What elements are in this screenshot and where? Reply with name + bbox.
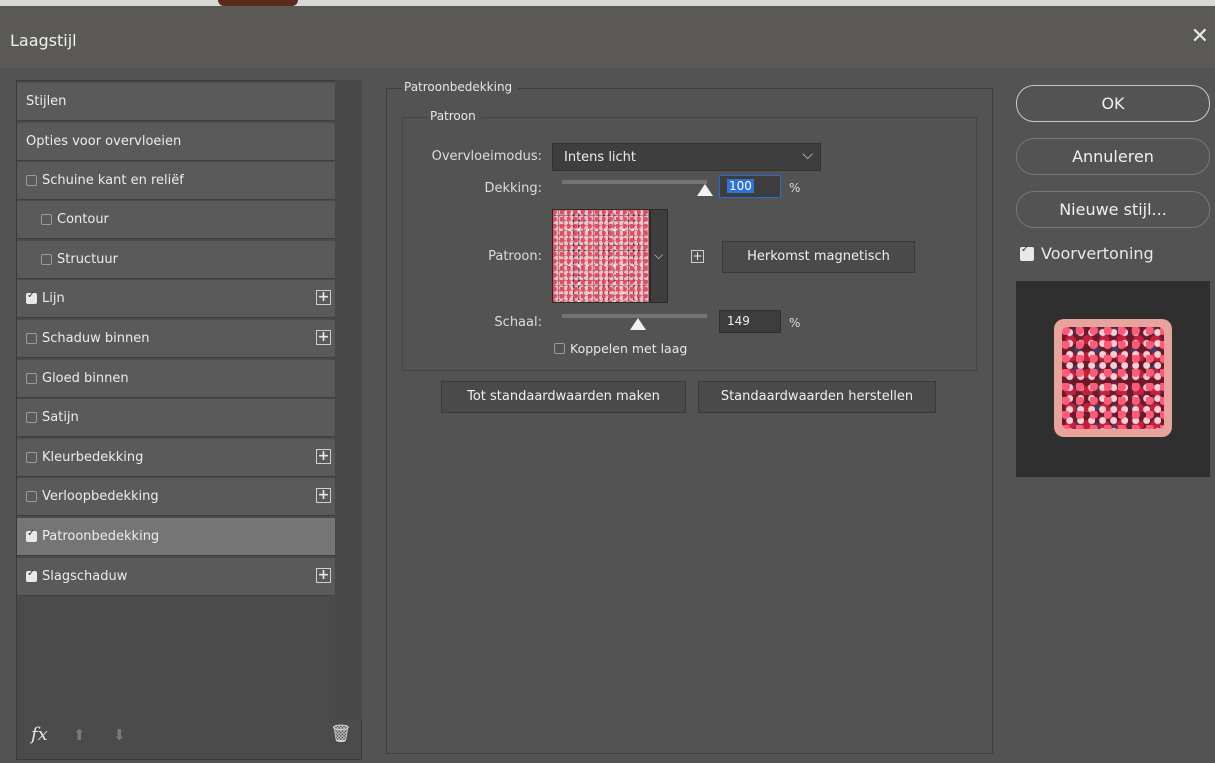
opacity-slider-track[interactable] bbox=[562, 180, 707, 184]
add-effect-icon[interactable]: + bbox=[316, 568, 331, 583]
reset-default-button[interactable]: Standaardwaarden herstellen bbox=[698, 381, 936, 413]
preview-label: Voorvertoning bbox=[1041, 244, 1154, 263]
close-icon[interactable]: ✕ bbox=[1191, 24, 1209, 49]
styles-bottom-bar: fx ⬆ ⬇ 🗑 bbox=[17, 720, 361, 756]
styles-item-label: Gloed binnen bbox=[42, 371, 129, 386]
preview-pattern bbox=[1062, 327, 1164, 429]
checkbox-checked[interactable] bbox=[1020, 244, 1034, 261]
scale-slider-thumb[interactable] bbox=[630, 318, 646, 330]
chevron-down-icon: ⌵ bbox=[654, 248, 664, 262]
styles-item-label: Structuur bbox=[57, 252, 119, 267]
dialog-title: Laagstijl bbox=[10, 31, 77, 50]
pattern-label: Patroon: bbox=[488, 249, 542, 264]
link-with-layer-label: Koppelen met laag bbox=[570, 341, 688, 356]
opacity-label: Dekking: bbox=[484, 181, 542, 196]
styles-item-inner-shadow[interactable]: Schaduw binnen + bbox=[17, 320, 335, 358]
pattern-picker-toggle[interactable]: ⌵ bbox=[650, 209, 668, 303]
styles-item-label: Opties voor overvloeien bbox=[26, 134, 182, 149]
blend-mode-value: Intens licht bbox=[564, 150, 637, 165]
styles-item-stijlen[interactable]: Stijlen bbox=[17, 83, 335, 121]
checkbox[interactable] bbox=[26, 412, 37, 423]
opacity-slider-thumb[interactable] bbox=[697, 184, 713, 196]
section-title: Patroonbedekking bbox=[402, 80, 519, 94]
styles-item-bevel-emboss[interactable]: Schuine kant en reliëf bbox=[17, 162, 335, 200]
pattern-swatch[interactable] bbox=[552, 209, 650, 303]
add-effect-icon[interactable]: + bbox=[316, 330, 331, 345]
checkbox-checked[interactable] bbox=[26, 568, 37, 582]
link-with-layer-checkbox[interactable]: Koppelen met laag bbox=[554, 341, 687, 356]
scale-label: Schaal: bbox=[494, 315, 542, 330]
make-default-button[interactable]: Tot standaardwaarden maken bbox=[441, 381, 686, 413]
styles-item-label: Kleurbedekking bbox=[42, 450, 144, 465]
styles-item-drop-shadow[interactable]: Slagschaduw + bbox=[17, 558, 335, 596]
checkbox[interactable] bbox=[41, 254, 52, 265]
checkbox[interactable] bbox=[554, 343, 565, 354]
checkbox[interactable] bbox=[26, 175, 37, 186]
styles-item-contour[interactable]: Contour bbox=[17, 201, 335, 239]
styles-item-label: Lijn bbox=[42, 291, 65, 306]
arrow-down-icon[interactable]: ⬇ bbox=[113, 726, 126, 744]
styles-item-blending-options[interactable]: Opties voor overvloeien bbox=[17, 123, 335, 161]
title-bar: Laagstijl ✕ bbox=[0, 6, 1215, 68]
styles-item-color-overlay[interactable]: Kleurbedekking + bbox=[17, 439, 335, 477]
opacity-value: 100 bbox=[727, 179, 754, 193]
styles-item-label: Satijn bbox=[42, 410, 79, 425]
styles-item-label: Schuine kant en reliëf bbox=[42, 173, 184, 188]
add-effect-icon[interactable]: + bbox=[316, 290, 331, 305]
styles-item-label: Stijlen bbox=[26, 94, 67, 109]
checkbox[interactable] bbox=[26, 452, 37, 463]
scale-input[interactable]: 149 bbox=[719, 310, 781, 333]
checkbox-checked[interactable] bbox=[26, 290, 37, 304]
styles-item-label: Slagschaduw bbox=[42, 569, 128, 584]
styles-item-label: Schaduw binnen bbox=[42, 331, 150, 346]
add-effect-icon[interactable]: + bbox=[316, 488, 331, 503]
snap-to-origin-button[interactable]: Herkomst magnetisch bbox=[722, 241, 915, 273]
chevron-down-icon: ⌵ bbox=[802, 147, 813, 163]
blend-mode-select[interactable]: Intens licht ⌵ bbox=[552, 143, 821, 171]
styles-item-label: Patroonbedekking bbox=[42, 529, 160, 544]
styles-item-label: Verloopbedekking bbox=[42, 489, 159, 504]
opacity-input[interactable]: 100 bbox=[719, 175, 781, 198]
styles-item-label: Contour bbox=[57, 212, 109, 227]
styles-item-pattern-overlay[interactable]: Patroonbedekking bbox=[17, 518, 335, 556]
styles-item-texture[interactable]: Structuur bbox=[17, 241, 335, 279]
styles-item-satin[interactable]: Satijn bbox=[17, 399, 335, 437]
checkbox[interactable] bbox=[41, 214, 52, 225]
trash-icon[interactable]: 🗑 bbox=[330, 724, 352, 744]
styles-list-scroll-area bbox=[335, 80, 362, 720]
new-style-button[interactable]: Nieuwe stijl... bbox=[1016, 191, 1210, 228]
cancel-button[interactable]: Annuleren bbox=[1016, 138, 1210, 175]
add-effect-icon[interactable]: + bbox=[316, 449, 331, 464]
styles-item-gradient-overlay[interactable]: Verloopbedekking + bbox=[17, 478, 335, 516]
checkbox[interactable] bbox=[26, 373, 37, 384]
blend-mode-label: Overvloeimodus: bbox=[431, 149, 542, 164]
fx-icon[interactable]: fx bbox=[31, 724, 48, 745]
new-preset-icon[interactable]: + bbox=[691, 250, 704, 263]
opacity-unit: % bbox=[789, 181, 801, 195]
styles-item-stroke[interactable]: Lijn + bbox=[17, 280, 335, 318]
arrow-up-icon[interactable]: ⬆ bbox=[73, 726, 86, 744]
scale-unit: % bbox=[789, 316, 801, 330]
styles-item-inner-glow[interactable]: Gloed binnen bbox=[17, 360, 335, 398]
checkbox[interactable] bbox=[26, 333, 37, 344]
checkbox[interactable] bbox=[26, 491, 37, 502]
checkbox-checked[interactable] bbox=[26, 528, 37, 542]
preview-checkbox[interactable]: Voorvertoning bbox=[1020, 244, 1154, 263]
ok-button[interactable]: OK bbox=[1016, 85, 1210, 122]
group-title: Patroon bbox=[428, 109, 482, 123]
